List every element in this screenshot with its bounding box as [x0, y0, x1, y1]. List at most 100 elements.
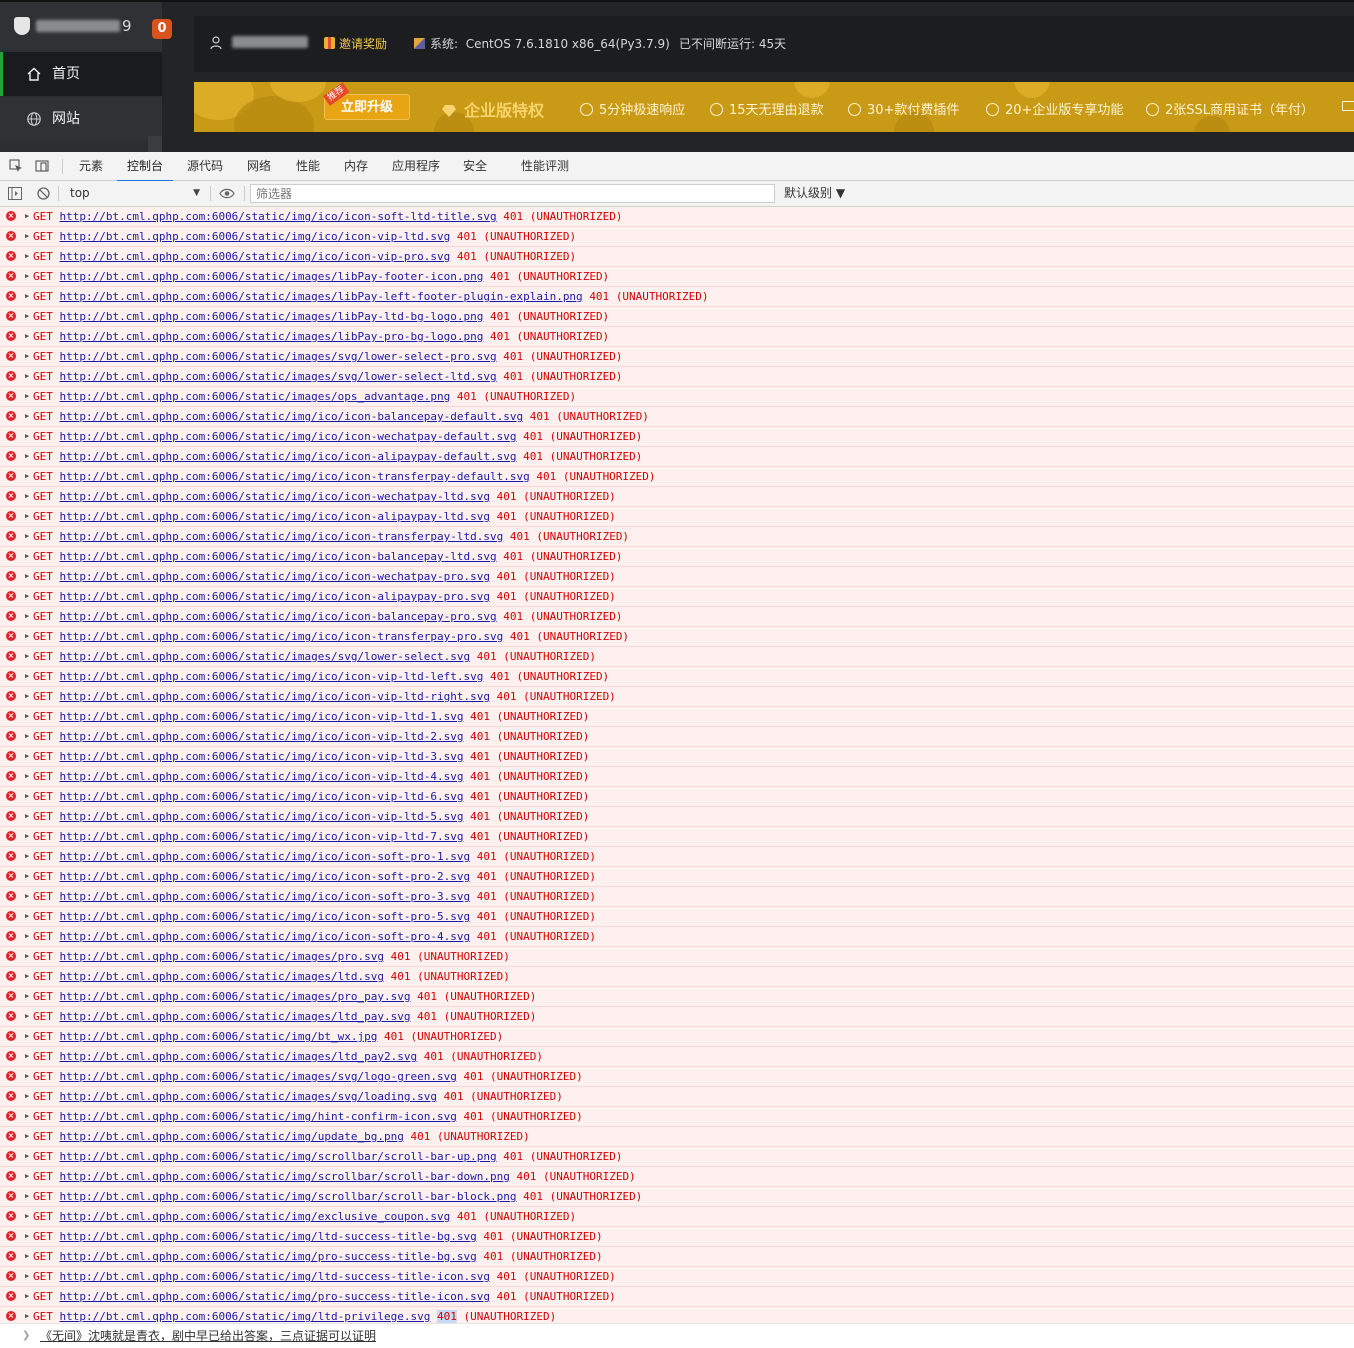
console-error-row[interactable]: × ▶ GET http://bt.cml.qphp.com:6006/static… — [0, 1267, 1354, 1287]
expand-triangle-icon[interactable]: ▶ — [25, 407, 29, 426]
expand-triangle-icon[interactable]: ▶ — [25, 627, 29, 646]
console-error-row[interactable]: × ▶ GET http://bt.cml.qphp.com:6006/static… — [0, 1167, 1354, 1187]
request-url[interactable]: http://bt.cml.qphp.com:6006/static/img/i… — [60, 710, 464, 723]
request-url[interactable]: http://bt.cml.qphp.com:6006/static/img/i… — [60, 810, 464, 823]
expand-triangle-icon[interactable]: ▶ — [25, 747, 29, 766]
request-url[interactable]: http://bt.cml.qphp.com:6006/static/img/s… — [60, 1150, 497, 1163]
console-error-row[interactable]: × ▶ GET http://bt.cml.qphp.com:6006/static… — [0, 567, 1354, 587]
console-error-row[interactable]: × ▶ GET http://bt.cml.qphp.com:6006/static… — [0, 987, 1354, 1007]
request-url[interactable]: http://bt.cml.qphp.com:6006/static/img/b… — [60, 1030, 378, 1043]
console-error-row[interactable]: × ▶ GET http://bt.cml.qphp.com:6006/static… — [0, 247, 1354, 267]
expand-triangle-icon[interactable]: ▶ — [25, 1247, 29, 1266]
expand-triangle-icon[interactable]: ▶ — [25, 547, 29, 566]
request-url[interactable]: http://bt.cml.qphp.com:6006/static/img/i… — [60, 450, 517, 463]
console-error-row[interactable]: × ▶ GET http://bt.cml.qphp.com:6006/static… — [0, 627, 1354, 647]
tab-6[interactable]: 应用程序 — [392, 152, 440, 180]
console-error-row[interactable]: × ▶ GET http://bt.cml.qphp.com:6006/static… — [0, 667, 1354, 687]
console-error-row[interactable]: × ▶ GET http://bt.cml.qphp.com:6006/static… — [0, 1307, 1354, 1323]
request-url[interactable]: http://bt.cml.qphp.com:6006/static/img/p… — [60, 1250, 477, 1263]
request-url[interactable]: http://bt.cml.qphp.com:6006/static/img/l… — [60, 1270, 490, 1283]
request-url[interactable]: http://bt.cml.qphp.com:6006/static/img/i… — [60, 490, 490, 503]
console-error-row[interactable]: × ▶ GET http://bt.cml.qphp.com:6006/static… — [0, 1067, 1354, 1087]
request-url[interactable]: http://bt.cml.qphp.com:6006/static/img/i… — [60, 870, 471, 883]
expand-triangle-icon[interactable]: ▶ — [25, 907, 29, 926]
log-level-dropdown[interactable]: 默认级别 ▼ — [784, 185, 845, 202]
console-error-row[interactable]: × ▶ GET http://bt.cml.qphp.com:6006/static… — [0, 367, 1354, 387]
request-url[interactable]: http://bt.cml.qphp.com:6006/static/img/i… — [60, 830, 464, 843]
console-error-row[interactable]: × ▶ GET http://bt.cml.qphp.com:6006/static… — [0, 927, 1354, 947]
request-url[interactable]: http://bt.cml.qphp.com:6006/static/img/i… — [60, 470, 530, 483]
enterprise-banner[interactable]: 立即升级 推荐 企业版特权 5分钟极速响应 15天无理由退款 30+款付费插件 … — [194, 82, 1354, 132]
console-error-row[interactable]: × ▶ GET http://bt.cml.qphp.com:6006/static… — [0, 607, 1354, 627]
console-error-row[interactable]: × ▶ GET http://bt.cml.qphp.com:6006/static… — [0, 747, 1354, 767]
console-error-row[interactable]: × ▶ GET http://bt.cml.qphp.com:6006/static… — [0, 707, 1354, 727]
console-error-row[interactable]: × ▶ GET http://bt.cml.qphp.com:6006/static… — [0, 847, 1354, 867]
expand-triangle-icon[interactable]: ▶ — [25, 1287, 29, 1306]
request-url[interactable]: http://bt.cml.qphp.com:6006/static/img/i… — [60, 590, 490, 603]
expand-triangle-icon[interactable]: ▶ — [25, 667, 29, 686]
tab-0[interactable]: 元素 — [79, 152, 103, 180]
expand-triangle-icon[interactable]: ▶ — [25, 487, 29, 506]
expand-triangle-icon[interactable]: ▶ — [25, 387, 29, 406]
request-url[interactable]: http://bt.cml.qphp.com:6006/static/img/s… — [60, 1190, 517, 1203]
expand-triangle-icon[interactable]: ▶ — [25, 587, 29, 606]
request-url[interactable]: http://bt.cml.qphp.com:6006/static/image… — [60, 1090, 438, 1103]
expand-triangle-icon[interactable]: ▶ — [25, 1187, 29, 1206]
request-url[interactable]: http://bt.cml.qphp.com:6006/static/img/u… — [60, 1130, 404, 1143]
console-error-row[interactable]: × ▶ GET http://bt.cml.qphp.com:6006/static… — [0, 387, 1354, 407]
request-url[interactable]: http://bt.cml.qphp.com:6006/static/image… — [60, 950, 385, 963]
expand-triangle-icon[interactable]: ▶ — [25, 647, 29, 666]
request-url[interactable]: http://bt.cml.qphp.com:6006/static/img/l… — [60, 1230, 477, 1243]
expand-triangle-icon[interactable]: ▶ — [25, 707, 29, 726]
request-url[interactable]: http://bt.cml.qphp.com:6006/static/img/i… — [60, 550, 497, 563]
console-error-row[interactable]: × ▶ GET http://bt.cml.qphp.com:6006/static… — [0, 347, 1354, 367]
console-error-row[interactable]: × ▶ GET http://bt.cml.qphp.com:6006/static… — [0, 267, 1354, 287]
request-url[interactable]: http://bt.cml.qphp.com:6006/static/img/i… — [60, 510, 490, 523]
request-url[interactable]: http://bt.cml.qphp.com:6006/static/image… — [60, 290, 583, 303]
request-url[interactable]: http://bt.cml.qphp.com:6006/static/img/i… — [60, 670, 484, 683]
expand-triangle-icon[interactable]: ▶ — [25, 1267, 29, 1286]
expand-triangle-icon[interactable]: ▶ — [25, 607, 29, 626]
console-error-row[interactable]: × ▶ GET http://bt.cml.qphp.com:6006/static… — [0, 287, 1354, 307]
request-url[interactable]: http://bt.cml.qphp.com:6006/static/img/s… — [60, 1170, 510, 1183]
mail-icon[interactable] — [1342, 101, 1354, 111]
console-error-row[interactable]: × ▶ GET http://bt.cml.qphp.com:6006/static… — [0, 647, 1354, 667]
console-error-row[interactable]: × ▶ GET http://bt.cml.qphp.com:6006/static… — [0, 307, 1354, 327]
live-expression-eye-icon[interactable] — [219, 188, 235, 199]
console-error-row[interactable]: × ▶ GET http://bt.cml.qphp.com:6006/static… — [0, 727, 1354, 747]
expand-triangle-icon[interactable]: ▶ — [25, 687, 29, 706]
request-url[interactable]: http://bt.cml.qphp.com:6006/static/img/i… — [60, 750, 464, 763]
console-error-row[interactable]: × ▶ GET http://bt.cml.qphp.com:6006/static… — [0, 207, 1354, 227]
request-url[interactable]: http://bt.cml.qphp.com:6006/static/img/i… — [60, 930, 471, 943]
request-url[interactable]: http://bt.cml.qphp.com:6006/static/img/i… — [60, 250, 451, 263]
console-error-row[interactable]: × ▶ GET http://bt.cml.qphp.com:6006/static… — [0, 447, 1354, 467]
expand-triangle-icon[interactable]: ▶ — [25, 507, 29, 526]
request-url[interactable]: http://bt.cml.qphp.com:6006/static/img/i… — [60, 610, 497, 623]
expand-triangle-icon[interactable]: ▶ — [25, 887, 29, 906]
request-url[interactable]: http://bt.cml.qphp.com:6006/static/img/i… — [60, 210, 497, 223]
request-url[interactable]: http://bt.cml.qphp.com:6006/static/image… — [60, 310, 484, 323]
console-error-row[interactable]: × ▶ GET http://bt.cml.qphp.com:6006/static… — [0, 1127, 1354, 1147]
console-error-row[interactable]: × ▶ GET http://bt.cml.qphp.com:6006/static… — [0, 1147, 1354, 1167]
console-prompt[interactable]: ❯ 《无间》沈咦就是青衣，剧中早已给出答案，三点证据可以证明 — [0, 1323, 1354, 1348]
request-url[interactable]: http://bt.cml.qphp.com:6006/static/image… — [60, 970, 385, 983]
expand-triangle-icon[interactable]: ▶ — [25, 567, 29, 586]
tab-7[interactable]: 安全 — [463, 152, 487, 180]
expand-triangle-icon[interactable]: ▶ — [25, 1067, 29, 1086]
request-url[interactable]: http://bt.cml.qphp.com:6006/static/img/p… — [60, 1290, 490, 1303]
expand-triangle-icon[interactable]: ▶ — [25, 367, 29, 386]
console-error-row[interactable]: × ▶ GET http://bt.cml.qphp.com:6006/static… — [0, 587, 1354, 607]
request-url[interactable]: http://bt.cml.qphp.com:6006/static/img/i… — [60, 910, 471, 923]
request-url[interactable]: http://bt.cml.qphp.com:6006/static/img/i… — [60, 890, 471, 903]
expand-triangle-icon[interactable]: ▶ — [25, 727, 29, 746]
expand-triangle-icon[interactable]: ▶ — [25, 1227, 29, 1246]
expand-triangle-icon[interactable]: ▶ — [25, 1127, 29, 1146]
request-url[interactable]: http://bt.cml.qphp.com:6006/static/image… — [60, 370, 497, 383]
expand-triangle-icon[interactable]: ▶ — [25, 327, 29, 346]
request-url[interactable]: http://bt.cml.qphp.com:6006/static/img/i… — [60, 790, 464, 803]
sidebar-item-website[interactable]: 网站 — [0, 97, 162, 141]
sidebar-scrollbar[interactable] — [148, 136, 162, 152]
expand-triangle-icon[interactable]: ▶ — [25, 767, 29, 786]
request-url[interactable]: http://bt.cml.qphp.com:6006/static/img/e… — [60, 1210, 451, 1223]
console-error-row[interactable]: × ▶ GET http://bt.cml.qphp.com:6006/static… — [0, 687, 1354, 707]
